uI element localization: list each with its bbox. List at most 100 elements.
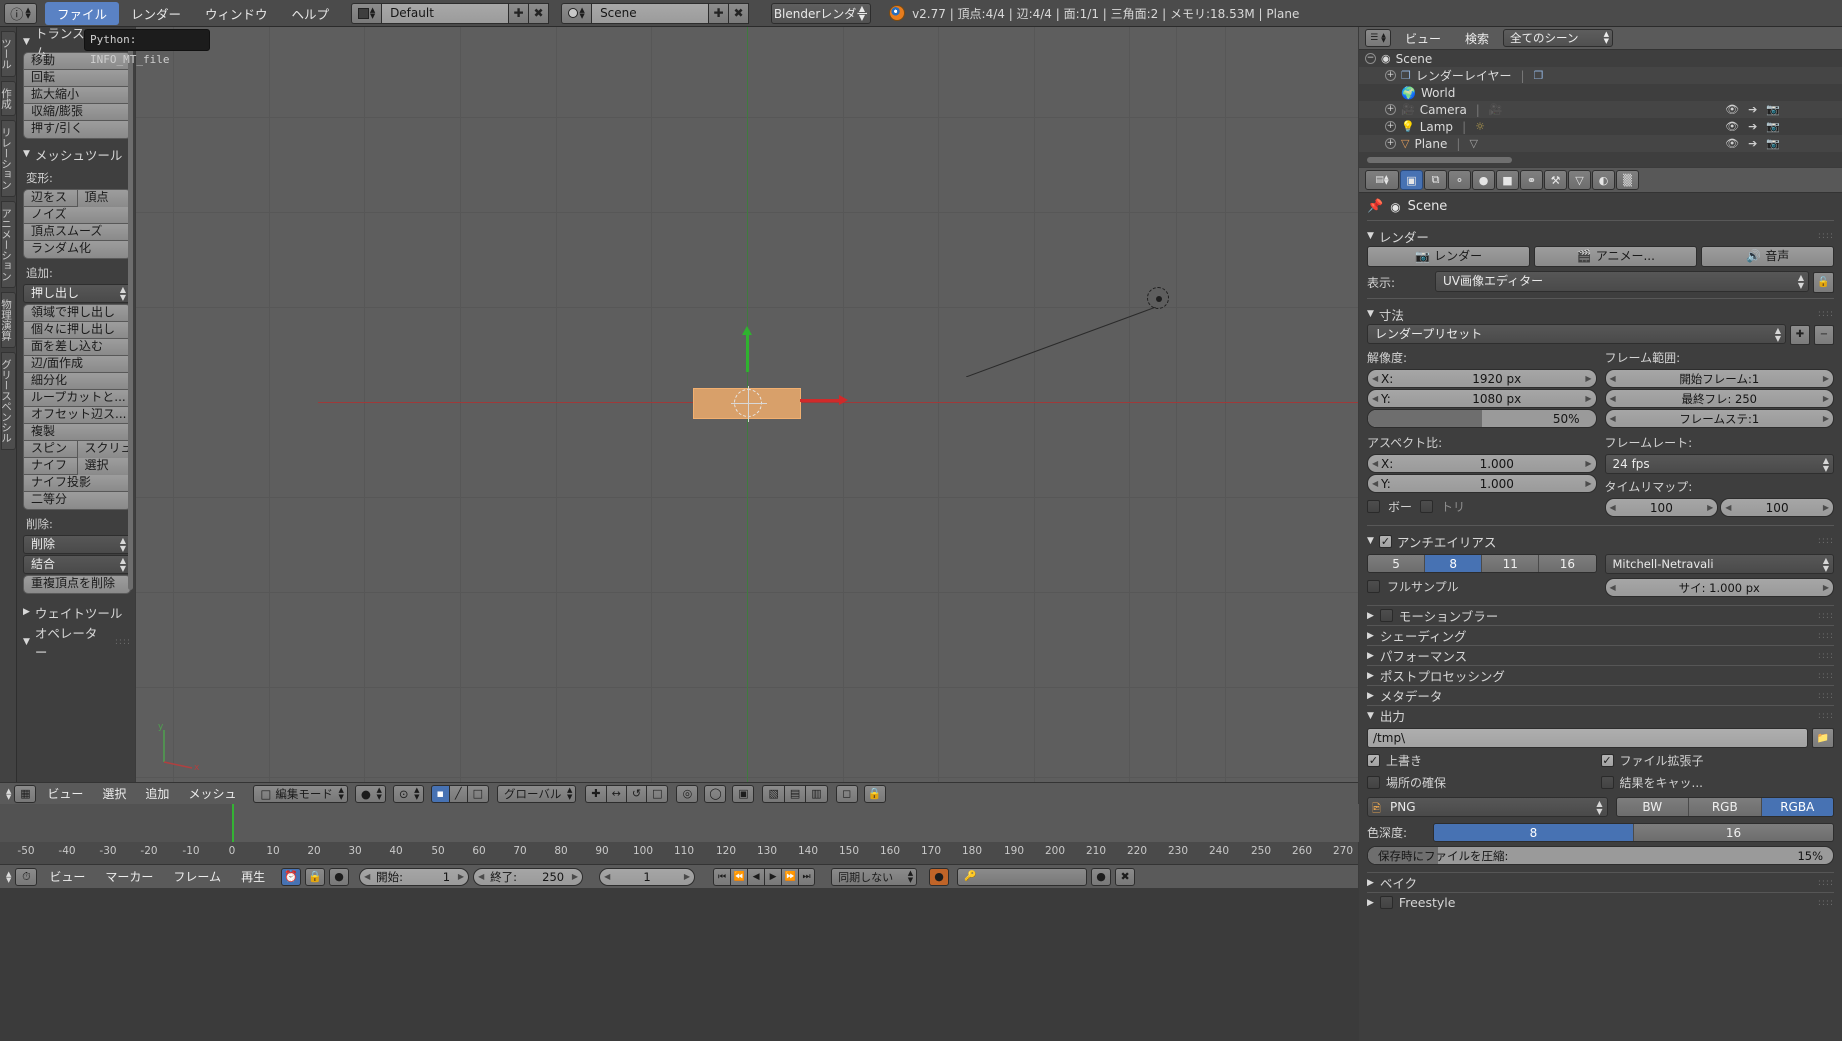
outliner-row-scene[interactable]: − ◉ Scene bbox=[1359, 50, 1842, 67]
menu-file[interactable]: ファイル bbox=[45, 1, 120, 25]
expander-icon[interactable]: + bbox=[1385, 121, 1396, 132]
framerate-dropdown[interactable]: 24 fps ▲ ▼ bbox=[1604, 454, 1834, 474]
frame-step-field[interactable]: ◀ フレームステ:1 ▶ bbox=[1604, 409, 1834, 428]
aspect-x-field[interactable]: ◀ X: 1.000 ▶ bbox=[1367, 454, 1597, 473]
dimensions-section-header[interactable]: ▼ 寸法 :::: bbox=[1367, 304, 1834, 324]
shrink-fatten-button[interactable]: 収縮/膨張 bbox=[24, 104, 130, 121]
play-reverse-icon[interactable]: ◀ bbox=[747, 867, 765, 886]
timeline-menu-frame[interactable]: フレーム bbox=[165, 868, 229, 885]
edge-select-mode-button[interactable]: ╱ bbox=[448, 784, 467, 803]
add-screen-layout-button[interactable]: ✚ bbox=[509, 2, 530, 24]
camera-render-icon[interactable]: 📷 bbox=[1766, 120, 1780, 133]
crop-checkbox[interactable] bbox=[1420, 500, 1434, 513]
overwrite-checkbox[interactable]: ✓ bbox=[1367, 754, 1380, 767]
camera-data-icon[interactable]: 🎥 bbox=[1489, 103, 1503, 116]
timeline-menu-playback[interactable]: 再生 bbox=[233, 868, 273, 885]
outliner-row-plane[interactable]: + ▽ Plane | ▽ 👁 ➔ 📷 bbox=[1359, 135, 1842, 152]
tab-relations[interactable]: リレーション bbox=[0, 119, 16, 197]
lock-icon[interactable]: 🔒 bbox=[863, 784, 886, 803]
keying-set-selector[interactable]: 🔑 bbox=[957, 867, 1088, 886]
resolution-x-field[interactable]: ◀ X: 1920 px ▶ bbox=[1367, 369, 1597, 388]
manipulator-toggle-button[interactable]: ✚ bbox=[585, 784, 606, 803]
tab-material[interactable]: ◐ bbox=[1592, 170, 1615, 190]
compression-slider[interactable]: 保存時にファイルを圧縮: 15% bbox=[1367, 846, 1834, 865]
file-extensions-checkbox[interactable]: ✓ bbox=[1600, 754, 1614, 767]
outliner-row-world[interactable]: 🌍 World bbox=[1359, 84, 1842, 101]
bisect-button[interactable]: 二等分 bbox=[24, 492, 130, 509]
tool-shelf-scrollbar[interactable] bbox=[128, 30, 133, 590]
lock-time-icon[interactable]: 🔒 bbox=[305, 867, 326, 886]
jump-end-icon[interactable]: ⏭ bbox=[798, 867, 816, 886]
outliner-menu-search[interactable]: 検索 bbox=[1455, 30, 1499, 47]
outliner-display-mode-selector[interactable]: 全てのシーン ▲ ▼ bbox=[1503, 29, 1614, 47]
start-frame-field[interactable]: ◀ 開始: 1 ▶ bbox=[359, 867, 470, 886]
randomize-button[interactable]: ランダム化 bbox=[24, 241, 130, 258]
scene-value[interactable]: Scene bbox=[591, 2, 710, 24]
viewport-menu-select[interactable]: 選択 bbox=[94, 785, 134, 802]
occlude-geometry-icon[interactable]: ▣ bbox=[732, 784, 755, 803]
aa-sample-11[interactable]: 11 bbox=[1482, 555, 1540, 572]
jump-start-icon[interactable]: ⏮ bbox=[713, 867, 731, 886]
render-engine-selector[interactable]: Blenderレンダー ▲ ▼ bbox=[771, 2, 872, 24]
vertex-select-mode-button[interactable]: ▪ bbox=[430, 784, 449, 803]
manipulator-scale-button[interactable]: □ bbox=[646, 784, 669, 803]
aa-filter-dropdown[interactable]: Mitchell-Netravali ▲ ▼ bbox=[1604, 554, 1834, 574]
cursor-arrow-icon[interactable]: ➔ bbox=[1748, 103, 1757, 116]
use-preview-range-icon[interactable]: ⏰ bbox=[281, 867, 302, 886]
meshtools-section-header[interactable]: ▼ メッシュツール bbox=[23, 144, 131, 164]
knife-button[interactable]: ナイフ bbox=[24, 458, 78, 475]
full-sample-checkbox[interactable] bbox=[1367, 580, 1380, 593]
tab-physics[interactable]: 物理演算 bbox=[0, 292, 16, 348]
postprocessing-section-header[interactable]: ▶ ポストプロセッシング :::: bbox=[1367, 665, 1834, 685]
remove-preset-button[interactable]: − bbox=[1814, 324, 1834, 345]
operator-section-header[interactable]: ▼ オペレーター :::: bbox=[23, 626, 131, 660]
viewport-menu-add[interactable]: 追加 bbox=[137, 785, 177, 802]
extrude-individual-button[interactable]: 個々に押し出し bbox=[24, 322, 130, 339]
expander-icon[interactable]: + bbox=[1385, 138, 1396, 149]
extrude-dropdown[interactable]: 押し出し ▲ ▼ bbox=[23, 284, 131, 303]
insert-keyframe-icon[interactable]: ● bbox=[1091, 867, 1112, 886]
sync-mode-selector[interactable]: 同期しない ▲ ▼ bbox=[831, 867, 918, 886]
new-layer-icon[interactable]: ◻ bbox=[835, 784, 858, 803]
loop-cut-button[interactable]: ループカットと... bbox=[24, 390, 130, 407]
border-checkbox[interactable] bbox=[1367, 500, 1380, 513]
push-pull-button[interactable]: 押す/引く bbox=[24, 121, 130, 138]
end-frame-field[interactable]: ◀ 終了: 250 ▶ bbox=[473, 867, 584, 886]
motionblur-checkbox[interactable] bbox=[1379, 609, 1393, 622]
color-depth-8[interactable]: 8 bbox=[1434, 824, 1634, 841]
timeline-playhead[interactable] bbox=[232, 804, 234, 842]
expander-icon[interactable]: − bbox=[1365, 53, 1376, 64]
resolution-y-field[interactable]: ◀ Y: 1080 px ▶ bbox=[1367, 389, 1597, 408]
cursor-arrow-icon[interactable]: ➔ bbox=[1748, 137, 1757, 150]
tab-object[interactable]: ■ bbox=[1496, 170, 1519, 190]
manipulator-translate-button[interactable]: ↔ bbox=[605, 784, 626, 803]
proportional-edit-icon[interactable]: ◎ bbox=[676, 784, 699, 803]
screw-button[interactable]: スクリュ bbox=[77, 441, 130, 458]
noise-button[interactable]: ノイズ bbox=[24, 207, 130, 224]
color-depth-16[interactable]: 16 bbox=[1634, 824, 1833, 841]
timeremap-old-field[interactable]: ◀ 100 ▶ bbox=[1604, 498, 1719, 517]
folder-icon[interactable]: 📁 bbox=[1812, 728, 1834, 748]
merge-dropdown[interactable]: 結合 ▲ ▼ bbox=[23, 555, 131, 574]
render-audio-button[interactable]: 🔊 音声 bbox=[1701, 246, 1835, 267]
inset-faces-button[interactable]: 面を差し込む bbox=[24, 339, 130, 356]
aa-sample-16[interactable]: 16 bbox=[1539, 555, 1596, 572]
display-mode-dropdown[interactable]: UV画像エディター ▲ ▼ bbox=[1435, 271, 1809, 292]
camera-render-icon[interactable]: 📷 bbox=[1766, 137, 1780, 150]
vertex-button[interactable]: 頂点 bbox=[77, 190, 130, 207]
timeline-menu-marker[interactable]: マーカー bbox=[97, 868, 161, 885]
color-mode-rgb[interactable]: RGB bbox=[1689, 798, 1762, 816]
aa-sample-8[interactable]: 8 bbox=[1425, 555, 1483, 572]
auto-keying-icon[interactable]: ● bbox=[329, 867, 350, 886]
play-icon[interactable]: ▶ bbox=[764, 867, 782, 886]
tab-world[interactable]: ● bbox=[1472, 170, 1495, 190]
tab-scene[interactable]: ⚬ bbox=[1448, 170, 1471, 190]
tab-tools[interactable]: ツール bbox=[0, 31, 16, 77]
eye-icon[interactable]: 👁 bbox=[1725, 103, 1739, 116]
viewport-menu-view[interactable]: ビュー bbox=[39, 785, 91, 802]
tab-grease-pencil[interactable]: グリースペンシル bbox=[0, 352, 16, 450]
camera-render-icon[interactable]: 📷 bbox=[1766, 103, 1780, 116]
lock-interface-icon[interactable]: 🔓 bbox=[1813, 271, 1834, 293]
eye-icon[interactable]: 👁 bbox=[1725, 120, 1739, 133]
add-scene-button[interactable]: ✚ bbox=[709, 2, 730, 24]
